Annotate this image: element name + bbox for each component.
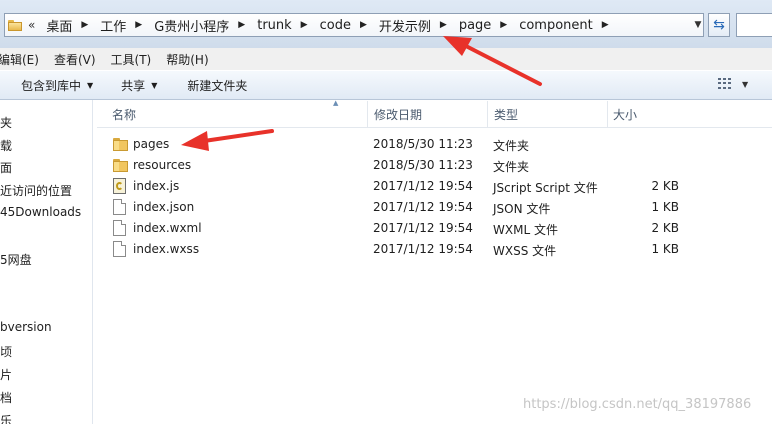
file-row-index-wxml[interactable]: index.wxml 2017/1/12 19:54 WXML 文件 2 KB	[97, 218, 687, 239]
file-type: JScript Script 文件	[493, 181, 598, 195]
file-modified: 2017/1/12 19:54	[373, 242, 473, 256]
file-modified: 2018/5/30 11:23	[373, 158, 473, 172]
nav-item-netdisk[interactable]: 5网盘	[0, 251, 32, 268]
menu-edit[interactable]: 编辑(E)	[0, 51, 39, 68]
breadcrumb-arrow-icon[interactable]: ▶	[126, 20, 152, 30]
breadcrumb-arrow-icon[interactable]: ▶	[292, 20, 318, 30]
breadcrumb-arrow-icon[interactable]: ▶	[593, 20, 619, 30]
menu-help[interactable]: 帮助(H)	[166, 51, 208, 68]
file-modified: 2018/5/30 11:23	[373, 137, 473, 151]
breadcrumb-guizhou-miniprogram[interactable]: G贵州小程序 ▶	[152, 14, 255, 36]
file-row-resources[interactable]: resources 2018/5/30 11:23 文件夹	[97, 155, 687, 176]
file-row-index-js[interactable]: index.js 2017/1/12 19:54 JScript Script …	[97, 176, 687, 197]
nav-item-subversion[interactable]: bversion	[0, 320, 52, 334]
file-icon	[113, 199, 126, 215]
view-options-icon	[718, 78, 732, 90]
navigation-pane[interactable]: 夹 载 面 近访问的位置 45Downloads 5网盘 bversion 顷 …	[0, 100, 93, 424]
file-type: JSON 文件	[493, 202, 551, 216]
breadcrumb-work[interactable]: 工作 ▶	[98, 14, 152, 36]
folder-icon	[113, 136, 128, 152]
search-input[interactable]	[736, 13, 772, 37]
watermark: https://blog.csdn.net/qq_38197886	[523, 397, 752, 412]
file-type: WXSS 文件	[493, 244, 557, 258]
breadcrumb-arrow-icon[interactable]: ▶	[491, 20, 517, 30]
file-type: WXML 文件	[493, 223, 558, 237]
share-button[interactable]: 共享 ▼	[121, 77, 157, 94]
overflow-chevron-icon[interactable]: «	[28, 18, 35, 32]
nav-item[interactable]: 载	[0, 137, 12, 154]
folder-icon	[8, 19, 22, 31]
file-name: index.json	[133, 200, 195, 214]
file-modified: 2017/1/12 19:54	[373, 179, 473, 193]
nav-item[interactable]: 夹	[0, 114, 12, 131]
chevron-down-icon: ▼	[742, 79, 749, 89]
file-name: index.js	[133, 179, 180, 193]
address-bar[interactable]: « 桌面 ▶ 工作 ▶ G贵州小程序 ▶ trunk ▶ code ▶ 开发示例 ▶ pag…	[4, 13, 704, 37]
file-size: 2 KB	[651, 221, 679, 235]
nav-item-videos[interactable]: 顷	[0, 343, 12, 360]
file-name: index.wxml	[133, 221, 202, 235]
file-row-index-wxss[interactable]: index.wxss 2017/1/12 19:54 WXSS 文件 1 KB	[97, 239, 687, 260]
address-history-dropdown-icon[interactable]: ▼	[690, 14, 703, 36]
chevron-down-icon: ▼	[87, 80, 94, 90]
command-toolbar: 包含到库中 ▼ 共享 ▼ 新建文件夹 ▼	[0, 70, 772, 100]
column-header-name[interactable]: 名称	[97, 101, 367, 127]
nav-item-pictures[interactable]: 片	[0, 366, 12, 383]
nav-item-documents[interactable]: 档	[0, 389, 12, 406]
file-modified: 2017/1/12 19:54	[373, 221, 473, 235]
breadcrumb-dev-examples[interactable]: 开发示例 ▶	[377, 14, 457, 36]
breadcrumb-code[interactable]: code ▶	[318, 14, 377, 36]
column-header-modified[interactable]: 修改日期	[367, 101, 487, 127]
folder-icon	[113, 157, 128, 173]
menu-tools[interactable]: 工具(T)	[111, 51, 152, 68]
breadcrumb-arrow-icon[interactable]: ▶	[351, 20, 377, 30]
nav-item[interactable]: 面	[0, 159, 12, 176]
file-icon	[113, 220, 126, 236]
file-list-header: ▲ 名称 修改日期 类型 大小	[97, 99, 772, 128]
file-size: 1 KB	[651, 242, 679, 256]
breadcrumb-arrow-icon[interactable]: ▶	[229, 20, 255, 30]
file-name: resources	[133, 158, 192, 172]
jscript-file-icon	[113, 178, 126, 194]
breadcrumb-arrow-icon[interactable]: ▶	[72, 20, 98, 30]
nav-item-music[interactable]: 乐	[0, 412, 12, 424]
file-modified: 2017/1/12 19:54	[373, 200, 473, 214]
change-view-button[interactable]: ▼	[718, 78, 748, 90]
new-folder-button[interactable]: 新建文件夹	[187, 77, 247, 94]
breadcrumb-page[interactable]: page ▶	[457, 14, 517, 36]
menu-view[interactable]: 查看(V)	[54, 51, 96, 68]
column-header-size[interactable]: 大小	[607, 101, 687, 127]
include-in-library-button[interactable]: 包含到库中 ▼	[21, 77, 93, 94]
file-type: 文件夹	[493, 139, 530, 153]
column-header-type[interactable]: 类型	[487, 101, 607, 127]
file-size: 1 KB	[651, 200, 679, 214]
nav-item-downloads[interactable]: 45Downloads	[0, 205, 81, 219]
breadcrumb-desktop[interactable]: 桌面 ▶	[44, 14, 98, 36]
breadcrumb-component[interactable]: component ▶	[517, 14, 619, 36]
chevron-down-icon: ▼	[151, 80, 158, 90]
menu-bar: 编辑(E) 查看(V) 工具(T) 帮助(H)	[0, 48, 772, 70]
file-row-pages[interactable]: pages 2018/5/30 11:23 文件夹	[97, 134, 687, 155]
breadcrumb-arrow-icon[interactable]: ▶	[431, 20, 457, 30]
refresh-button[interactable]: ⇆	[708, 13, 730, 37]
file-row-index-json[interactable]: index.json 2017/1/12 19:54 JSON 文件 1 KB	[97, 197, 687, 218]
file-name: index.wxss	[133, 242, 200, 256]
file-size: 2 KB	[651, 179, 679, 193]
breadcrumb-trunk[interactable]: trunk ▶	[255, 14, 318, 36]
address-bar-area: « 桌面 ▶ 工作 ▶ G贵州小程序 ▶ trunk ▶ code ▶ 开发示例 ▶ pag…	[0, 0, 772, 48]
file-type: 文件夹	[493, 160, 530, 174]
nav-item-recent-places[interactable]: 近访问的位置	[0, 182, 72, 199]
refresh-icon: ⇆	[713, 17, 725, 33]
file-name: pages	[133, 137, 170, 151]
file-icon	[113, 241, 126, 257]
